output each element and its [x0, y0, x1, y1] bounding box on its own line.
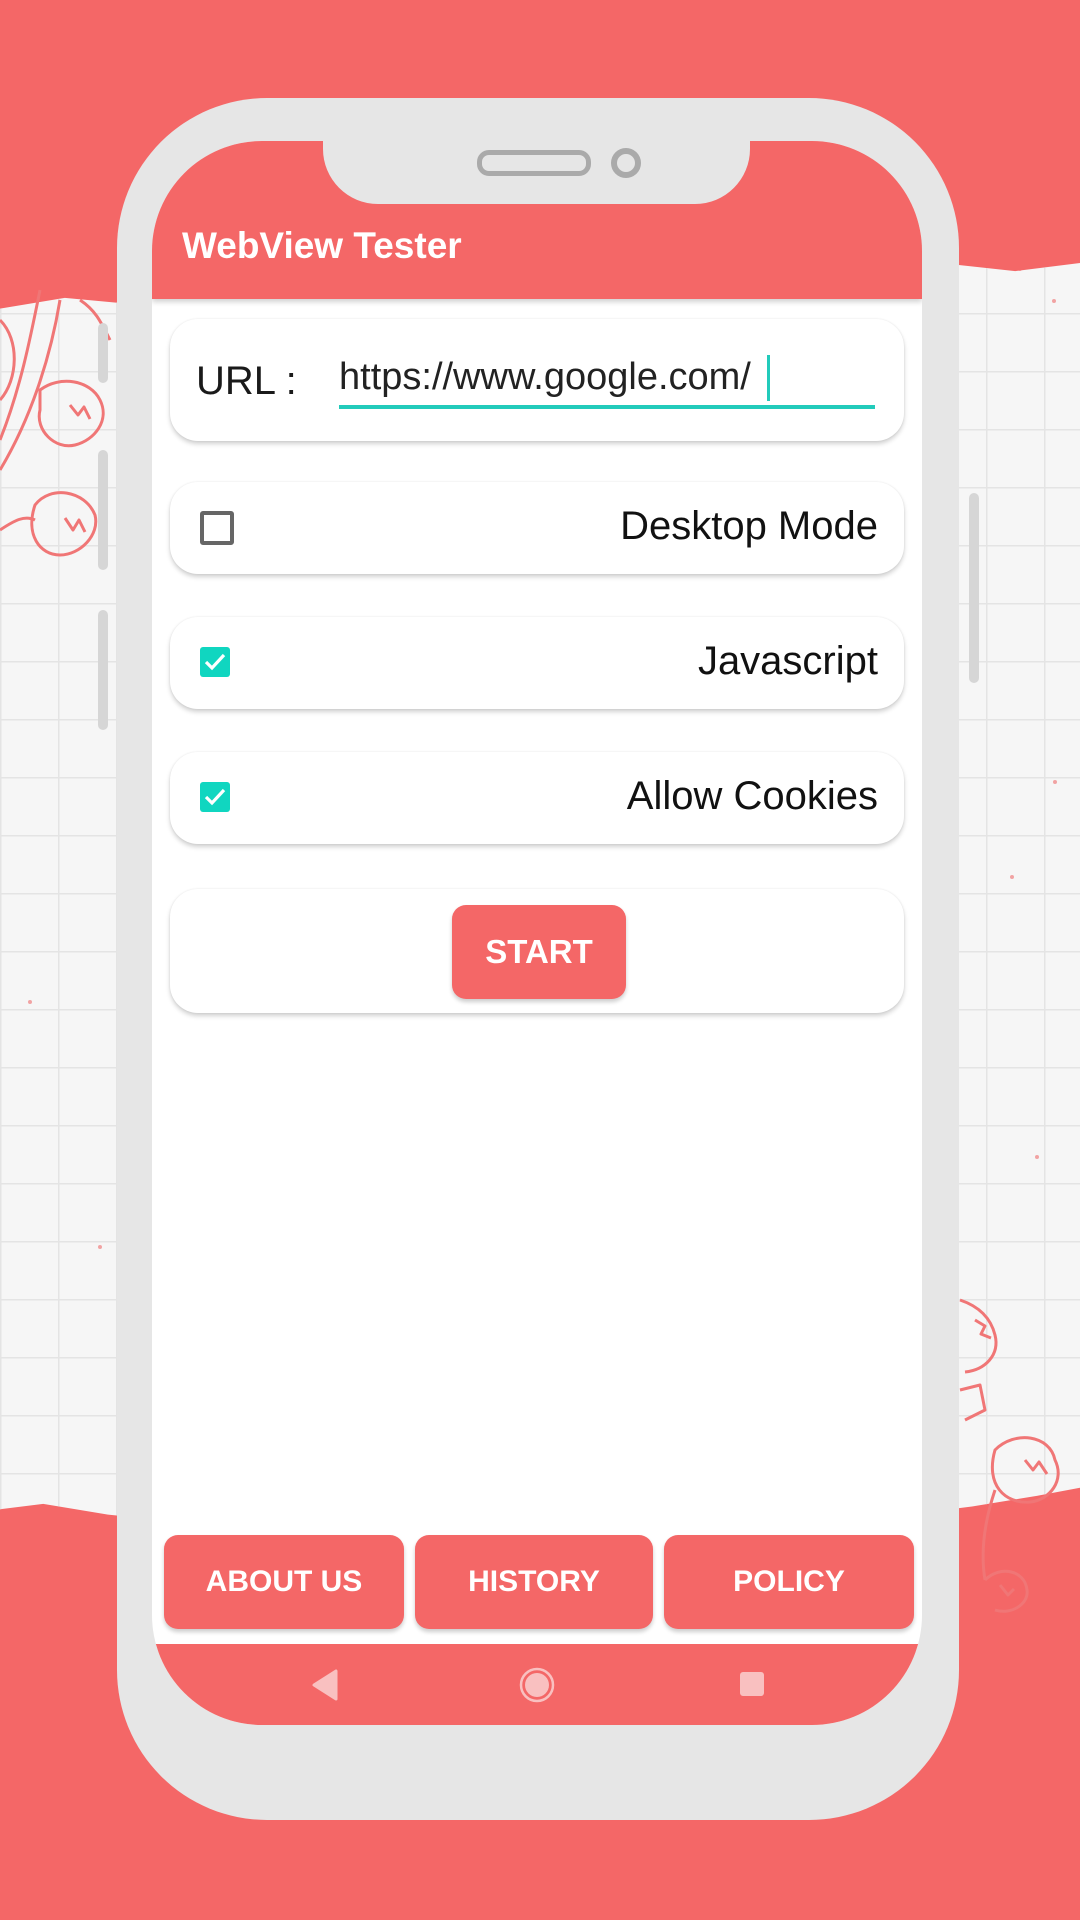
checkmark-icon	[204, 788, 226, 806]
text-cursor	[767, 355, 770, 401]
phone-side-button	[969, 493, 979, 683]
system-nav-bar	[152, 1644, 922, 1725]
phone-notch	[323, 141, 750, 204]
url-label: URL :	[196, 359, 297, 403]
option-javascript[interactable]: Javascript	[170, 617, 904, 709]
home-icon[interactable]	[518, 1666, 556, 1704]
phone-screen: WebView Tester URL : Desktop Mode Javasc…	[152, 141, 922, 1725]
start-card: START	[170, 889, 904, 1013]
javascript-checkbox[interactable]	[200, 647, 230, 677]
checkmark-icon	[204, 653, 226, 671]
recents-icon[interactable]	[739, 1671, 765, 1697]
url-card: URL :	[170, 319, 904, 441]
about-us-button[interactable]: ABOUT US	[164, 1535, 404, 1629]
history-button[interactable]: HISTORY	[415, 1535, 653, 1629]
url-input[interactable]	[339, 349, 875, 409]
phone-side-button	[98, 450, 108, 570]
speaker-grill	[477, 150, 591, 176]
policy-button[interactable]: POLICY	[664, 1535, 914, 1629]
desktop-mode-checkbox[interactable]	[200, 511, 234, 545]
allow-cookies-checkbox[interactable]	[200, 782, 230, 812]
option-desktop-mode[interactable]: Desktop Mode	[170, 482, 904, 574]
option-label: Javascript	[697, 639, 878, 683]
option-allow-cookies[interactable]: Allow Cookies	[170, 752, 904, 844]
start-button[interactable]: START	[452, 905, 626, 999]
app-title: WebView Tester	[182, 225, 462, 266]
option-label: Desktop Mode	[620, 504, 878, 548]
flower-decoration-right	[959, 1298, 1060, 1613]
phone-side-button	[98, 323, 108, 383]
phone-side-button	[98, 610, 108, 730]
front-camera	[611, 148, 641, 178]
back-icon[interactable]	[310, 1668, 340, 1702]
option-label: Allow Cookies	[626, 774, 878, 818]
